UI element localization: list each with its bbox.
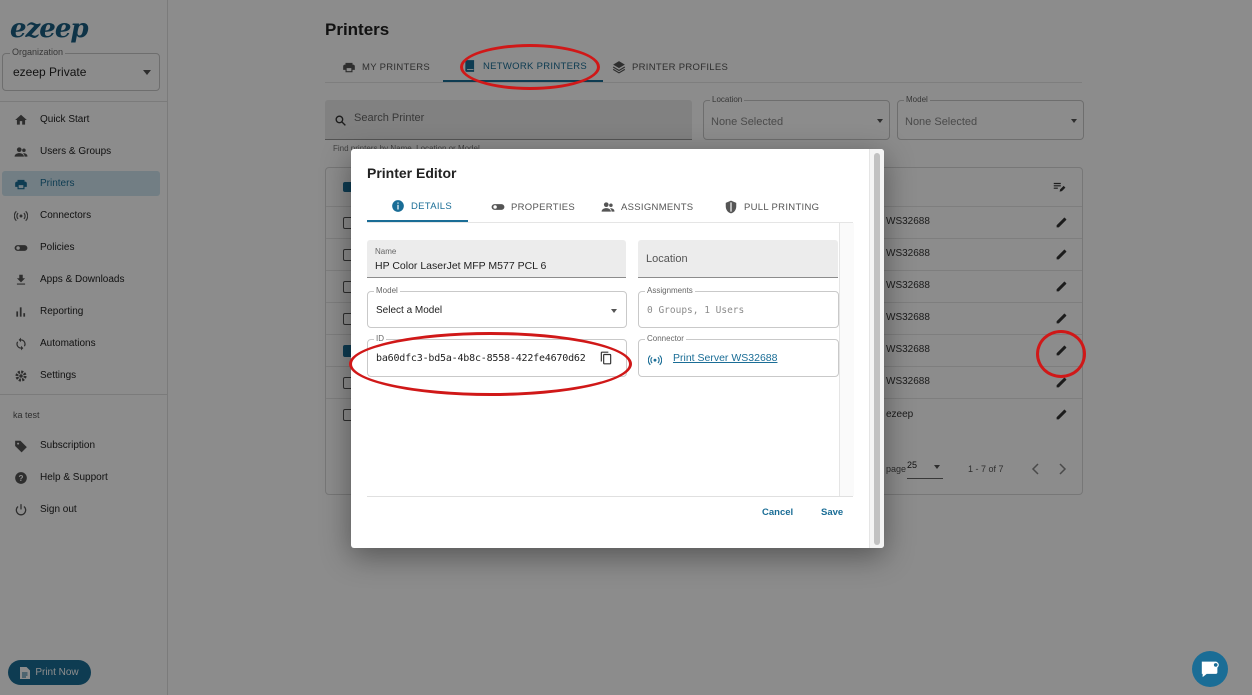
- tab-label: ASSIGNMENTS: [621, 201, 694, 213]
- panel-scrollbar[interactable]: [839, 223, 854, 496]
- tab-properties[interactable]: PROPERTIES: [491, 192, 575, 222]
- assignments-field: Assignments 0 Groups, 1 Users: [638, 286, 839, 328]
- info-icon: [392, 200, 404, 212]
- tab-details[interactable]: DETAILS: [367, 192, 468, 222]
- annotation-circle-printer-id: [349, 332, 632, 396]
- location-field-placeholder: Location: [646, 253, 688, 265]
- dialog-title: Printer Editor: [367, 165, 457, 181]
- people-icon: [601, 202, 615, 212]
- tab-label: DETAILS: [411, 200, 452, 212]
- connector-label: Connector: [645, 334, 686, 343]
- save-button[interactable]: Save: [821, 507, 843, 518]
- connector-link[interactable]: Print Server WS32688: [673, 352, 777, 364]
- name-field-value: HP Color LaserJet MFP M577 PCL 6: [375, 260, 547, 272]
- scrollbar-thumb[interactable]: [874, 153, 880, 545]
- location-field[interactable]: Location: [638, 240, 838, 278]
- app-background: ezeep Organization ezeep Private Quick S…: [0, 0, 1252, 695]
- connector-field: Connector Print Server WS32688: [638, 334, 839, 377]
- chat-icon: [1201, 661, 1219, 678]
- shield-icon: [725, 200, 737, 214]
- tab-label: PROPERTIES: [511, 201, 576, 213]
- annotation-circle-edit-button: [1036, 330, 1086, 378]
- assignments-label: Assignments: [645, 286, 695, 295]
- name-field[interactable]: Name HP Color LaserJet MFP M577 PCL 6: [367, 240, 626, 278]
- model-select-value: Select a Model: [376, 305, 443, 316]
- model-select-label: Model: [374, 286, 400, 295]
- cancel-button[interactable]: Cancel: [762, 507, 793, 518]
- tab-assignments[interactable]: ASSIGNMENTS: [601, 192, 693, 222]
- chevron-down-icon: [611, 309, 617, 313]
- tab-label: PULL PRINTING: [744, 201, 820, 213]
- connector-icon: [648, 355, 662, 366]
- dialog-scrollbar[interactable]: [869, 149, 884, 548]
- tab-pull-printing[interactable]: PULL PRINTING: [724, 192, 819, 222]
- toggle-icon: [491, 204, 505, 210]
- name-field-label: Name: [375, 247, 397, 256]
- annotation-circle-network-printers: [460, 44, 600, 90]
- model-select[interactable]: Model Select a Model: [367, 286, 627, 328]
- dialog-tabs: DETAILS PROPERTIES ASSIGNMENTS PULL PRIN…: [367, 192, 853, 223]
- assignments-value: 0 Groups, 1 Users: [647, 305, 745, 316]
- chat-support-button[interactable]: [1192, 651, 1228, 687]
